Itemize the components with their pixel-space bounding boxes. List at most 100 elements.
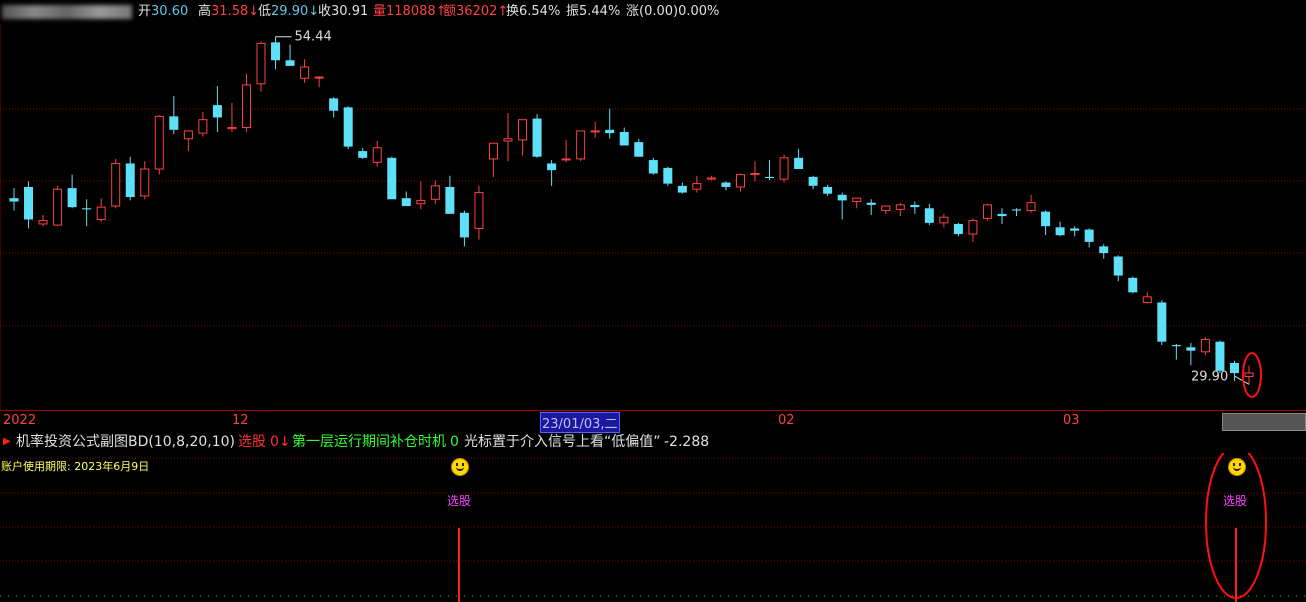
candle-bear [82, 208, 92, 210]
candle-bull [750, 173, 760, 176]
min-price-label: 29.90 [1191, 369, 1228, 384]
candle-bear [24, 186, 34, 220]
candle-bull [111, 162, 121, 207]
volume: 量118088↑ [373, 4, 447, 19]
candle-bull [38, 220, 48, 225]
candle-bear [677, 185, 687, 193]
candle-bear [329, 98, 339, 111]
candle-bull [474, 192, 484, 229]
candle-bear [387, 157, 397, 200]
candle-bull [518, 119, 528, 141]
candlestick-chart[interactable]: 54.44 29.90 [0, 24, 1306, 410]
candle-bear [663, 167, 673, 184]
candle-bull [590, 130, 600, 133]
candle-bear [866, 202, 876, 205]
open-price: 开30.60 [138, 4, 189, 19]
candle-bull [1200, 338, 1210, 353]
high-price: 高31.58↓ [198, 4, 260, 19]
candle-bull [140, 168, 150, 197]
candle-bear [532, 118, 542, 157]
candle-bear [1113, 256, 1123, 276]
candle-bull [939, 216, 949, 224]
triangle-marker-icon[interactable]: ▶ [3, 431, 11, 453]
amplitude: 振5.44% [566, 4, 621, 19]
candle-bull [53, 188, 63, 226]
date-label-02: 02 [778, 413, 795, 428]
candle-bear [67, 188, 77, 208]
candle-bull [300, 66, 310, 79]
candle-bear [997, 213, 1007, 217]
candle-bull [852, 197, 862, 203]
date-label-12: 12 [232, 413, 249, 428]
signal-label: 选股 [1223, 494, 1248, 508]
candle-bull [416, 199, 426, 205]
candle-bear [765, 176, 775, 178]
candle-bull [881, 205, 891, 212]
candle-bull [692, 183, 702, 190]
candle-bull [430, 185, 440, 200]
candle-bear [721, 182, 731, 187]
candle-bear [1099, 246, 1109, 254]
candle-bear [837, 194, 847, 201]
candle-bear [1186, 347, 1196, 351]
candle-bull [576, 130, 586, 160]
amount: 额36202↑ [443, 4, 509, 19]
candle-bear [459, 212, 469, 238]
candle-bear [634, 142, 644, 157]
candle-bear [1128, 277, 1138, 293]
candle-bear [605, 129, 615, 134]
candle-bear [1055, 227, 1065, 236]
quote-info-bar: 开30.60 高31.58↓ 低29.90↓ 收30.91 量118088↑ 额… [0, 0, 1306, 24]
candle-bear [343, 107, 353, 147]
candle-bull [154, 115, 164, 170]
candle-bear [619, 132, 629, 146]
candle-bull [241, 84, 251, 129]
selected-date: 23/01/03,二 [540, 412, 620, 433]
candle-bull [314, 76, 324, 79]
smiley-icon [1228, 458, 1246, 476]
turnover: 换6.54% [506, 4, 561, 19]
indicator-note: 光标置于介入信号上看“低偏值” [464, 434, 661, 450]
candle-bear [648, 160, 658, 174]
candle-bear [169, 116, 179, 130]
candle-bear [1041, 211, 1051, 227]
candle-bear [125, 163, 135, 198]
candle-bear [1084, 229, 1094, 242]
candle-bear [1215, 341, 1225, 371]
max-price-label: 54.44 [295, 30, 332, 45]
indicator-item2-label: 第一层运行期间补仓时机 [292, 434, 446, 450]
candle-bear [953, 223, 963, 235]
date-axis: 2022 12 23/01/03,二 02 03 [0, 410, 1306, 433]
candle-bull [503, 138, 513, 142]
candle-bull [982, 204, 992, 219]
candle-bear [910, 204, 920, 208]
candle-bear [212, 105, 222, 118]
candle-bear [445, 186, 455, 214]
candle-bull [1026, 202, 1036, 212]
candle-bear [547, 163, 557, 171]
candle-bull [895, 204, 905, 210]
close-price: 收30.91 [318, 4, 369, 19]
date-label-03: 03 [1063, 413, 1080, 428]
candle-bull [1244, 372, 1254, 377]
candle-bull [561, 158, 571, 161]
indicator-item1-value: 0↓ [270, 434, 291, 450]
signal-label: 选股 [447, 494, 472, 508]
scroll-slider[interactable] [1222, 413, 1306, 431]
candle-bull [198, 119, 208, 134]
candle-bear [271, 42, 281, 61]
low-price: 低29.90↓ [258, 4, 320, 19]
min-pointer [1234, 375, 1250, 385]
candle-bull [256, 42, 266, 85]
candle-bull [968, 220, 978, 235]
date-label-2022: 2022 [3, 413, 37, 428]
indicator-item2-value: 0 [450, 434, 459, 450]
candle-bull [1142, 296, 1152, 303]
candle-bull [488, 142, 498, 160]
candle-bear [1229, 363, 1239, 374]
candle-bull [96, 206, 106, 220]
candle-bear [823, 186, 833, 194]
candle-bear [924, 208, 934, 223]
indicator-subchart[interactable] [0, 453, 1306, 602]
smiley-icon [451, 458, 469, 476]
